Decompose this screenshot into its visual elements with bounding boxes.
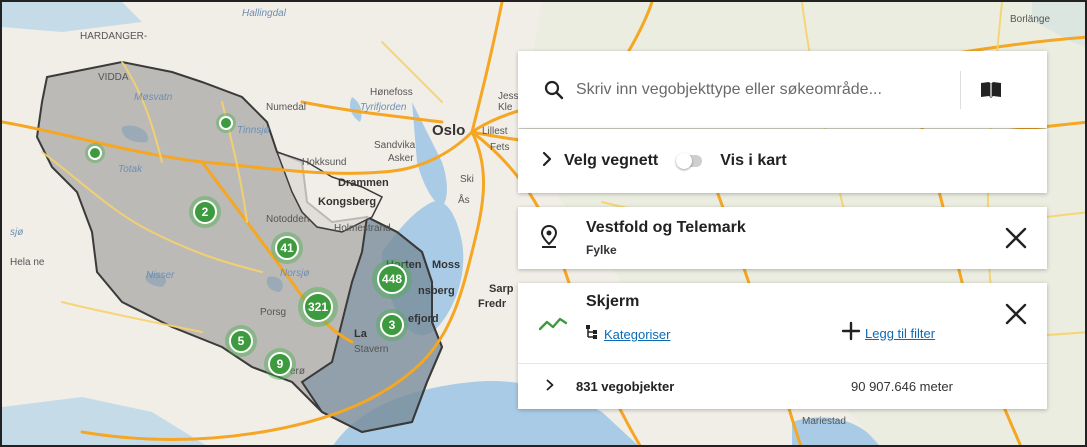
place-mosvatn: Møsvatn: [134, 92, 173, 103]
place-tonsberg: nsberg: [418, 285, 455, 297]
cluster-count: 321: [303, 292, 333, 322]
map-cluster[interactable]: 9: [264, 348, 296, 380]
place-norsjo: Norsjø: [280, 268, 309, 279]
search-panel: [518, 51, 1047, 128]
place-holmestrand: Holmestrand: [334, 223, 391, 234]
place-numedal: Numedal: [266, 102, 306, 113]
place-kongsberg: Kongsberg: [318, 196, 376, 208]
show-in-map-label: Vis i kart: [720, 152, 787, 169]
place-sandvika: Sandvika: [374, 140, 416, 151]
place-lillestrom: Lillest: [482, 126, 508, 137]
road-network-panel: Velg vegnett Vis i kart: [518, 129, 1047, 193]
object-count: 831 vegobjekter: [576, 379, 675, 394]
place-oslo: Oslo: [432, 122, 465, 139]
search-icon: [532, 80, 576, 100]
place-moss: Moss: [432, 259, 460, 271]
place-sandefjord: efjord: [408, 313, 439, 325]
place-larvik: La: [354, 328, 368, 340]
place-hardanger: HARDANGER-: [80, 31, 147, 42]
app-frame: HARDANGER- VIDDA Hallingdal Hønefoss Num…: [0, 0, 1087, 447]
place-as: Ås: [458, 193, 470, 206]
cluster-count: 9: [268, 352, 292, 376]
area-filter-panel: Vestfold og Telemark Fylke: [518, 207, 1047, 269]
categorize-link[interactable]: Kategoriser: [604, 327, 670, 342]
map-pin-icon: [540, 224, 558, 254]
object-type-panel: Skjerm Kategoriser Legg til filter 831 v…: [518, 283, 1047, 409]
place-borlange: Borlänge: [1010, 14, 1050, 25]
object-length: 90 907.646 meter: [851, 379, 953, 394]
object-count-row[interactable]: 831 vegobjekter 90 907.646 meter: [518, 364, 1047, 409]
close-icon[interactable]: [1005, 227, 1027, 254]
trend-line-icon: [538, 315, 568, 338]
choose-road-network-label[interactable]: Velg vegnett: [564, 152, 658, 170]
area-type: Fylke: [586, 243, 617, 257]
place-sjo: sjø: [10, 227, 23, 238]
map-cluster[interactable]: 2: [189, 196, 221, 228]
map-point-marker[interactable]: [85, 143, 105, 163]
place-tinnsjo: Tinnsjø: [237, 125, 270, 136]
cluster-count: 5: [229, 329, 253, 353]
map-cluster[interactable]: 321: [298, 287, 338, 327]
place-stavern: Stavern: [354, 344, 388, 355]
place-asker: Asker: [388, 153, 414, 164]
place-notodden: Notodden: [266, 214, 309, 225]
place-sarp: Sarp: [489, 283, 514, 295]
place-fredrikstad: Fredr: [478, 298, 507, 310]
toggle-knob: [676, 153, 693, 169]
place-vidda: VIDDA: [98, 72, 129, 83]
place-helane: Hela ne: [10, 257, 45, 268]
place-fets: Fets: [490, 142, 509, 153]
map-cluster[interactable]: 3: [376, 309, 408, 341]
category-tree-icon: [586, 325, 598, 344]
chevron-right-icon[interactable]: [542, 151, 552, 172]
cluster-count: 2: [193, 200, 217, 224]
area-title: Vestfold og Telemark: [586, 219, 746, 236]
place-jess: Jess: [498, 91, 519, 102]
place-mariestad: Mariestad: [802, 416, 846, 427]
close-icon[interactable]: [1005, 303, 1027, 330]
place-drammen: Drammen: [338, 177, 389, 189]
map-cluster[interactable]: 41: [271, 232, 303, 264]
place-totak: Totak: [118, 164, 143, 175]
show-in-map-toggle[interactable]: [676, 153, 703, 169]
plus-icon: [841, 321, 861, 346]
object-type-header: Skjerm Kategoriser Legg til filter: [518, 283, 1047, 363]
chevron-right-icon: [546, 378, 554, 396]
cluster-count: 41: [275, 236, 299, 260]
place-tyrifjorden: Tyrifjorden: [360, 102, 407, 113]
categorize-link-group[interactable]: Kategoriser: [586, 325, 670, 344]
map-point-marker[interactable]: [216, 113, 236, 133]
place-hokksund: Hokksund: [302, 157, 346, 168]
cluster-count: 3: [380, 313, 404, 337]
add-filter-link[interactable]: Legg til filter: [865, 326, 935, 341]
place-hallingdal: Hallingdal: [242, 8, 287, 19]
map-cluster[interactable]: 448: [372, 259, 412, 299]
map-cluster[interactable]: 5: [225, 325, 257, 357]
place-ski: Ski: [460, 174, 474, 185]
place-nisser: Nisser: [146, 270, 175, 281]
add-filter-link-group[interactable]: Legg til filter: [841, 321, 935, 346]
search-input[interactable]: [576, 74, 946, 105]
place-porsgrunn: Porsg: [260, 307, 286, 318]
object-type-title: Skjerm: [586, 293, 640, 310]
book-icon[interactable]: [961, 81, 1021, 99]
cluster-count: 448: [377, 264, 407, 294]
place-kle: Kle: [498, 102, 513, 113]
place-honefoss: Hønefoss: [370, 87, 413, 98]
